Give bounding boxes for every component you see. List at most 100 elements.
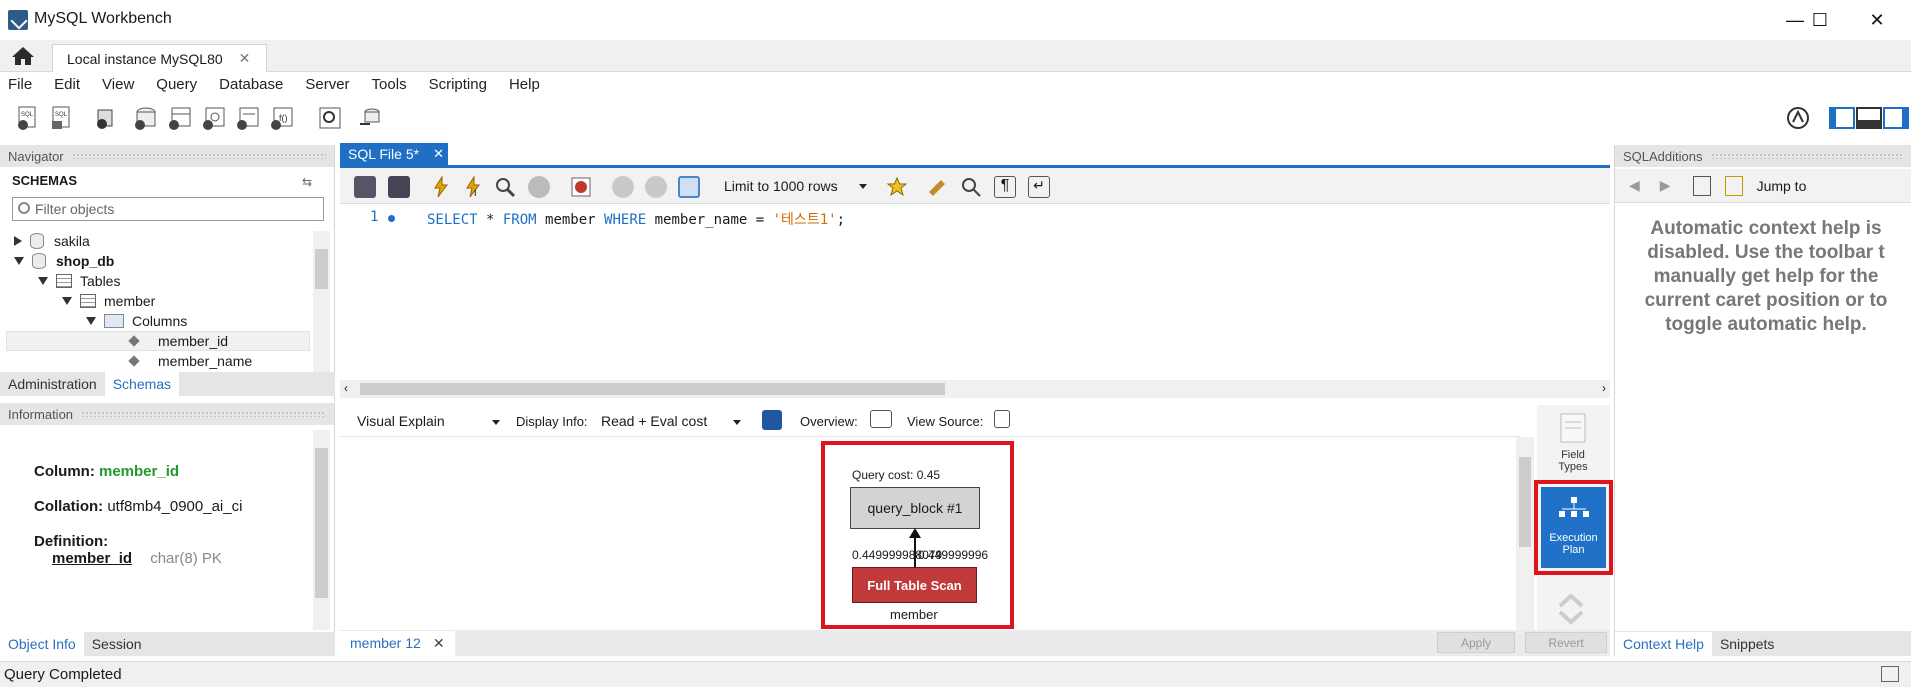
information-title: Information xyxy=(8,406,74,422)
menu-tools[interactable]: Tools xyxy=(372,76,407,93)
wrap-lines-icon[interactable]: ↵ xyxy=(1028,176,1050,198)
create-table-icon[interactable] xyxy=(166,104,194,132)
menu-scripting[interactable]: Scripting xyxy=(429,76,487,93)
execute-current-icon[interactable]: I xyxy=(462,175,484,198)
tab-administration[interactable]: Administration xyxy=(0,372,105,396)
status-bar: Query Completed xyxy=(0,661,1911,687)
invisible-chars-icon[interactable]: ¶ xyxy=(994,176,1016,198)
rollback-icon[interactable] xyxy=(645,176,667,198)
tab-member-result[interactable]: member 12 ✕ xyxy=(340,630,455,656)
tab-context-help[interactable]: Context Help xyxy=(1615,631,1712,656)
inspector-icon[interactable] xyxy=(92,104,120,132)
chevron-down-icon[interactable] xyxy=(733,420,741,425)
tree-label: member xyxy=(104,293,156,309)
maximize-button[interactable]: ☐ xyxy=(1790,0,1850,40)
menu-view[interactable]: View xyxy=(102,76,134,93)
editor-horizontal-scrollbar[interactable]: ‹ › xyxy=(340,380,1610,398)
explain-icon[interactable] xyxy=(494,176,516,198)
visual-explain-select[interactable]: Visual Explain xyxy=(357,413,445,429)
menu-database[interactable]: Database xyxy=(219,76,283,93)
stop-icon[interactable] xyxy=(528,176,550,198)
tree-column-member-name[interactable]: member_name xyxy=(128,351,252,371)
create-procedure-icon[interactable] xyxy=(234,104,262,132)
menu-file[interactable]: File xyxy=(8,76,32,93)
toggle-error-icon[interactable] xyxy=(570,176,592,198)
tree-table-member[interactable]: member xyxy=(62,291,155,311)
panel-layout-toggle-icon[interactable] xyxy=(1828,104,1910,132)
query-block-node[interactable]: query_block #1 xyxy=(850,487,980,529)
commit-icon[interactable] xyxy=(612,176,634,198)
apply-button[interactable]: Apply xyxy=(1437,632,1515,653)
view-source-icon[interactable] xyxy=(994,410,1010,428)
tab-sql-file[interactable]: SQL File 5* ✕ xyxy=(340,143,448,165)
tree-column-member-id[interactable]: member_id xyxy=(6,331,310,351)
home-icon[interactable] xyxy=(10,45,36,67)
tab-local-instance[interactable]: Local instance MySQL80 ✕ xyxy=(52,44,267,72)
save-icon[interactable] xyxy=(388,176,410,198)
tab-snippets[interactable]: Snippets xyxy=(1712,632,1782,656)
forward-icon[interactable]: ▶ xyxy=(1660,177,1671,194)
collapse-icon[interactable] xyxy=(86,317,96,325)
find-icon[interactable] xyxy=(960,176,982,198)
revert-button[interactable]: Revert xyxy=(1525,632,1607,653)
create-function-icon[interactable]: f() xyxy=(268,104,296,132)
reconnect-icon[interactable] xyxy=(356,104,384,132)
new-sql-tab-icon[interactable]: SQL xyxy=(14,104,42,132)
save-plan-icon[interactable] xyxy=(762,410,782,430)
sql-editor[interactable]: 1 SELECT * FROM member WHERE member_name… xyxy=(340,205,1610,380)
tree-schema-shop-db[interactable]: shop_db xyxy=(14,251,114,271)
sql-additions-panel: SQLAdditions ◀ ▶ Jump to Automatic conte… xyxy=(1614,145,1911,656)
collapse-icon[interactable] xyxy=(14,257,24,265)
sql-code-line[interactable]: SELECT * FROM member WHERE member_name =… xyxy=(427,209,845,229)
overview-icon[interactable] xyxy=(870,410,892,428)
tab-session[interactable]: Session xyxy=(84,632,150,656)
sql-tab-bar xyxy=(340,143,1610,168)
query-cost-label: Query cost: 0.45 xyxy=(852,468,941,482)
filter-objects-input[interactable]: Filter objects xyxy=(12,197,324,221)
close-tab-icon[interactable]: ✕ xyxy=(433,146,444,162)
collapse-icon[interactable] xyxy=(38,277,48,285)
tab-schemas[interactable]: Schemas xyxy=(104,372,180,396)
menu-server[interactable]: Server xyxy=(305,76,349,93)
svg-text:SQL: SQL xyxy=(21,112,34,118)
back-icon[interactable]: ◀ xyxy=(1629,177,1640,194)
close-window-button[interactable]: ✕ xyxy=(1848,0,1906,40)
open-folder-icon[interactable] xyxy=(354,176,376,198)
auto-help-icon[interactable] xyxy=(1724,175,1743,196)
rail-scroll-icon[interactable] xyxy=(1556,590,1586,626)
beautify-icon[interactable] xyxy=(926,176,948,198)
result-tabs: member 12 ✕ xyxy=(340,630,1610,656)
execute-icon[interactable] xyxy=(430,175,452,198)
tab-object-info[interactable]: Object Info xyxy=(0,632,84,656)
database-icon xyxy=(32,253,46,269)
search-table-data-icon[interactable] xyxy=(316,104,344,132)
output-toggle-icon[interactable] xyxy=(1881,666,1899,682)
tree-schema-sakila[interactable]: sakila xyxy=(14,231,90,251)
autocommit-icon[interactable] xyxy=(678,176,700,198)
display-info-label: Display Info: xyxy=(516,414,588,429)
jump-to-select[interactable]: Jump to xyxy=(1757,178,1807,194)
open-sql-file-icon[interactable]: SQL xyxy=(48,104,76,132)
tree-columns[interactable]: Columns xyxy=(86,311,187,331)
information-scrollbar[interactable] xyxy=(313,430,330,630)
refresh-icon[interactable]: ⇆ xyxy=(302,175,316,189)
menu-help[interactable]: Help xyxy=(509,76,540,93)
display-info-select[interactable]: Read + Eval cost xyxy=(601,413,707,429)
navigator-scrollbar[interactable] xyxy=(313,231,330,381)
field-types-button[interactable]: Field Types xyxy=(1548,410,1598,473)
execution-plan-button[interactable]: Execution Plan xyxy=(1541,487,1606,568)
add-snippet-icon[interactable] xyxy=(886,176,908,198)
menu-query[interactable]: Query xyxy=(156,76,197,93)
create-view-icon[interactable] xyxy=(200,104,228,132)
tree-tables[interactable]: Tables xyxy=(38,271,120,291)
expand-icon[interactable] xyxy=(14,236,22,246)
explain-scrollbar[interactable] xyxy=(1516,437,1534,630)
create-schema-icon[interactable] xyxy=(132,104,160,132)
chevron-down-icon[interactable] xyxy=(492,420,500,425)
full-table-scan-node[interactable]: Full Table Scan xyxy=(852,567,977,603)
limit-rows-select[interactable]: Limit to 1000 rows xyxy=(718,174,873,198)
collapse-icon[interactable] xyxy=(62,297,72,305)
close-tab-icon[interactable]: ✕ xyxy=(239,50,251,67)
menu-edit[interactable]: Edit xyxy=(54,76,80,93)
manual-help-icon[interactable] xyxy=(1692,175,1711,196)
